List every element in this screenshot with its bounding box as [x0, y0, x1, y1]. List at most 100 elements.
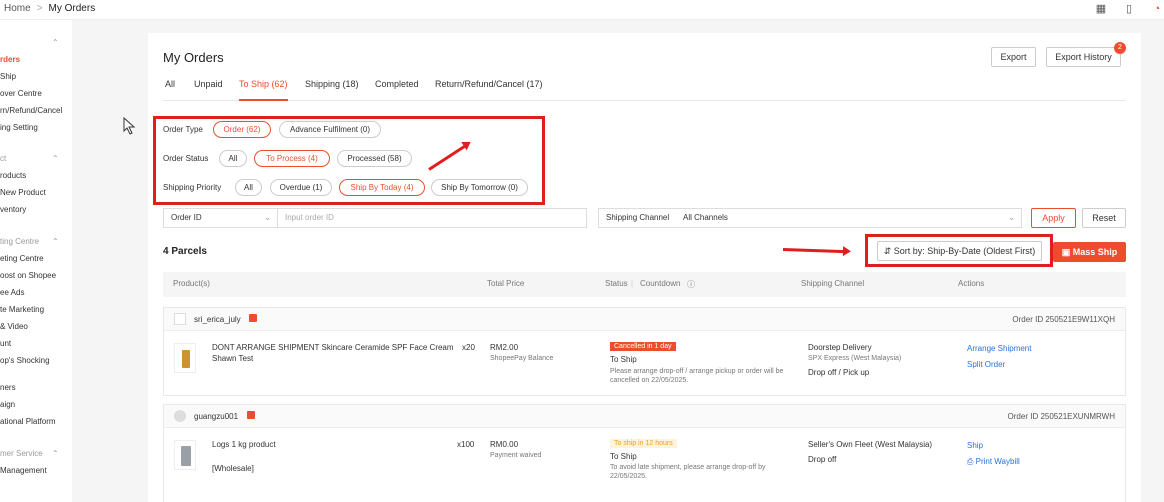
sidebar-item[interactable]: ee Ads	[0, 288, 24, 297]
tab-unpaid[interactable]: Unpaid	[194, 79, 223, 101]
status-badge: Cancelled in 1 day	[610, 342, 676, 351]
status-note: Please arrange drop-off / arrange pickup…	[610, 368, 784, 375]
sidebar: rders Ship over Centre rn/Refund/Cancel ing …	[0, 20, 72, 502]
tab-all[interactable]: All	[165, 79, 175, 101]
top-icons: ▦ ▯ ◔	[1094, 2, 1164, 16]
th-status: Status	[605, 279, 628, 288]
avatar	[174, 410, 186, 422]
annotation-box-sort	[865, 234, 1053, 267]
shipping-carrier: SPX Express (West Malaysia)	[808, 355, 902, 362]
sidebar-item[interactable]: New Product	[0, 188, 46, 197]
chat-icon[interactable]	[249, 314, 257, 322]
sidebar-item[interactable]: ners	[0, 383, 16, 392]
shipping-channel: Seller's Own Fleet (West Malaysia)	[808, 440, 933, 449]
search-field-value: Order ID	[171, 213, 202, 222]
sidebar-item[interactable]: op's Shocking	[0, 356, 50, 365]
sidebar-item[interactable]: ing Setting	[0, 123, 38, 132]
mass-ship-button[interactable]: ▣ Mass Ship	[1053, 242, 1126, 262]
tab-return-refund-cancel[interactable]: Return/Refund/Cancel (17)	[435, 79, 543, 101]
breadcrumb-home[interactable]: Home	[4, 3, 31, 14]
export-history-button[interactable]: Export History 2	[1046, 42, 1126, 67]
sidebar-item[interactable]: & Video	[0, 322, 28, 331]
th-price: Total Price	[487, 279, 525, 288]
top-bar: Home > My Orders ▦ ▯ ◔	[0, 0, 1164, 20]
chevron-up-icon[interactable]: ⌃	[52, 154, 59, 163]
sidebar-item[interactable]: rn/Refund/Cancel	[0, 106, 62, 115]
table-header: Product(s) Total Price Status | Countdow…	[163, 272, 1126, 297]
sidebar-item[interactable]: ventory	[0, 205, 26, 214]
parcel-count: 4 Parcels	[163, 246, 207, 257]
buyer-username[interactable]: sri_erica_july	[194, 315, 241, 324]
sidebar-item[interactable]: over Centre	[0, 89, 42, 98]
sidebar-item[interactable]: mer Service	[0, 449, 43, 458]
order-card-header: guangzu001 Order ID 250521EXUNMRWH	[164, 405, 1125, 428]
print-waybill-link[interactable]: ⎙ Print Waybill	[967, 457, 1020, 467]
ship-link[interactable]: Ship	[967, 441, 983, 450]
chevron-up-icon[interactable]: ⌃	[52, 237, 59, 246]
shipping-channel-value: All Channels	[683, 213, 728, 222]
th-channel: Shipping Channel	[801, 279, 865, 288]
sidebar-item[interactable]: ct	[0, 154, 6, 163]
sidebar-item[interactable]: eting Centre	[0, 254, 44, 263]
tab-to-ship[interactable]: To Ship (62)	[239, 79, 288, 101]
product-name-line2: Shawn Test	[212, 354, 254, 363]
sidebar-item[interactable]: ational Platform	[0, 417, 56, 426]
th-divider: |	[631, 279, 634, 288]
status-note-line2: 22/05/2025.	[610, 473, 647, 480]
reset-button[interactable]: Reset	[1082, 208, 1126, 228]
sidebar-item[interactable]: Ship	[0, 72, 16, 81]
sidebar-item[interactable]: Management	[0, 466, 47, 475]
th-countdown: Countdown	[640, 279, 681, 288]
order-id-input[interactable]: Input order ID	[277, 208, 587, 228]
product-qty: x100	[457, 440, 475, 449]
export-history-label: Export History	[1055, 52, 1112, 62]
tab-completed[interactable]: Completed	[375, 79, 419, 101]
shipping-channel-select[interactable]: Shipping Channel All Channels ⌄	[598, 208, 1022, 228]
order-card: sri_erica_july Order ID 250521E9W11XQH D…	[163, 307, 1126, 396]
sidebar-item[interactable]: oost on Shopee	[0, 271, 56, 280]
chevron-up-icon[interactable]: ⌃	[52, 449, 59, 458]
payment-method: Payment waived	[490, 452, 542, 459]
chevron-up-icon[interactable]: ⌃	[52, 38, 59, 47]
grid-icon[interactable]: ▦	[1094, 2, 1108, 16]
sidebar-item[interactable]: ting Centre	[0, 237, 39, 246]
bell-icon[interactable]: ◔	[1150, 2, 1164, 16]
chevron-down-icon: ⌄	[1008, 213, 1015, 222]
shipping-channel: Doorstep Delivery	[808, 343, 872, 352]
annotation-box-filters	[153, 116, 545, 205]
tab-shipping[interactable]: Shipping (18)	[305, 79, 359, 101]
export-button[interactable]: Export	[991, 47, 1036, 67]
sidebar-item[interactable]: rders	[0, 55, 20, 64]
sidebar-item[interactable]: aign	[0, 400, 15, 409]
payment-method: ShopeePay Balance	[490, 355, 554, 362]
apply-button[interactable]: Apply	[1031, 208, 1076, 228]
status-note: To avoid late shipment, please arrange d…	[610, 464, 766, 471]
product-qty: x20	[462, 343, 475, 352]
th-actions: Actions	[958, 279, 985, 288]
shipping-method: Drop off	[808, 455, 837, 464]
product-thumbnail	[174, 343, 196, 373]
arrange-shipment-link[interactable]: Arrange Shipment	[967, 344, 1031, 353]
avatar	[174, 313, 186, 325]
th-product: Product(s)	[173, 279, 210, 288]
book-icon[interactable]: ▯	[1122, 2, 1136, 16]
printer-icon: ⎙	[967, 457, 976, 466]
split-order-link[interactable]: Split Order	[967, 360, 1005, 369]
package-icon: ▣	[1061, 247, 1073, 257]
help-icon[interactable]: ⓘ	[687, 279, 695, 290]
product-name: Logs 1 kg product	[212, 440, 276, 449]
order-price: RM2.00	[490, 343, 519, 352]
sidebar-item[interactable]: unt	[0, 339, 11, 348]
chevron-down-icon: ⌄	[264, 213, 271, 222]
sidebar-item[interactable]: te Marketing	[0, 305, 44, 314]
history-badge: 2	[1114, 42, 1126, 54]
product-name: DONT ARRANGE SHIPMENT Skincare Ceramide …	[212, 343, 454, 352]
order-status: To Ship	[610, 452, 637, 461]
chat-icon[interactable]	[247, 411, 255, 419]
mass-ship-label: Mass Ship	[1072, 247, 1118, 257]
sidebar-item[interactable]: roducts	[0, 171, 26, 180]
buyer-username[interactable]: guangzu001	[194, 412, 238, 421]
breadcrumb-current: My Orders	[48, 3, 96, 14]
order-card-header: sri_erica_july Order ID 250521E9W11XQH	[164, 308, 1125, 331]
search-field-select[interactable]: Order ID ⌄	[163, 208, 278, 228]
